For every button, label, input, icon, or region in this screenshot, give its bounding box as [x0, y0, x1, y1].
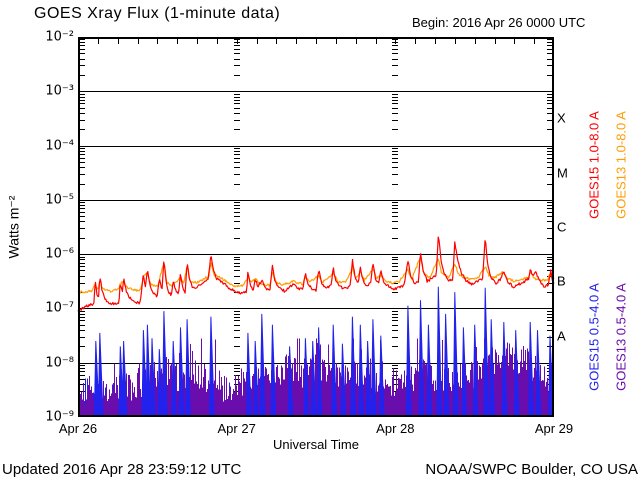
flare-class-letter: X [557, 111, 566, 126]
xray-flux-chart [0, 0, 640, 480]
x-tick-label: Apr 26 [59, 421, 97, 436]
y-tick-label: 10⁻⁸ [28, 355, 74, 370]
legend-goes13-short-channel: GOES13 0.5-4.0 A [614, 283, 629, 391]
updated-timestamp: Updated 2016 Apr 28 23:59:12 UTC [2, 461, 241, 478]
goes-xray-flux-page: GOES Xray Flux (1-minute data) Begin: 20… [0, 0, 640, 480]
legend-goes13-long-channel: GOES13 1.0-8.0 A [614, 111, 629, 219]
flare-class-letter: A [557, 328, 566, 343]
y-tick-label: 10⁻⁶ [28, 247, 74, 262]
y-tick-label: 10⁻³ [28, 84, 74, 99]
x-tick-label: Apr 29 [535, 421, 573, 436]
legend-goes15-long-channel: GOES15 1.0-8.0 A [587, 111, 602, 219]
data-source-credit: NOAA/SWPC Boulder, CO USA [425, 461, 638, 478]
x-tick-label: Apr 27 [218, 421, 256, 436]
y-tick-label: 10⁻⁵ [28, 192, 74, 207]
flare-class-letter: B [557, 274, 566, 289]
flare-class-letter: C [557, 220, 566, 235]
legend-goes15-short-channel: GOES15 0.5-4.0 A [587, 283, 602, 391]
x-axis-title: Universal Time [273, 437, 359, 452]
y-tick-label: 10⁻⁷ [28, 301, 74, 316]
x-tick-label: Apr 28 [376, 421, 414, 436]
y-axis-title: Watts m⁻² [6, 196, 23, 259]
flare-class-letter: M [557, 165, 568, 180]
y-tick-label: 10⁻⁴ [28, 138, 74, 153]
y-tick-label: 10⁻² [28, 30, 74, 45]
